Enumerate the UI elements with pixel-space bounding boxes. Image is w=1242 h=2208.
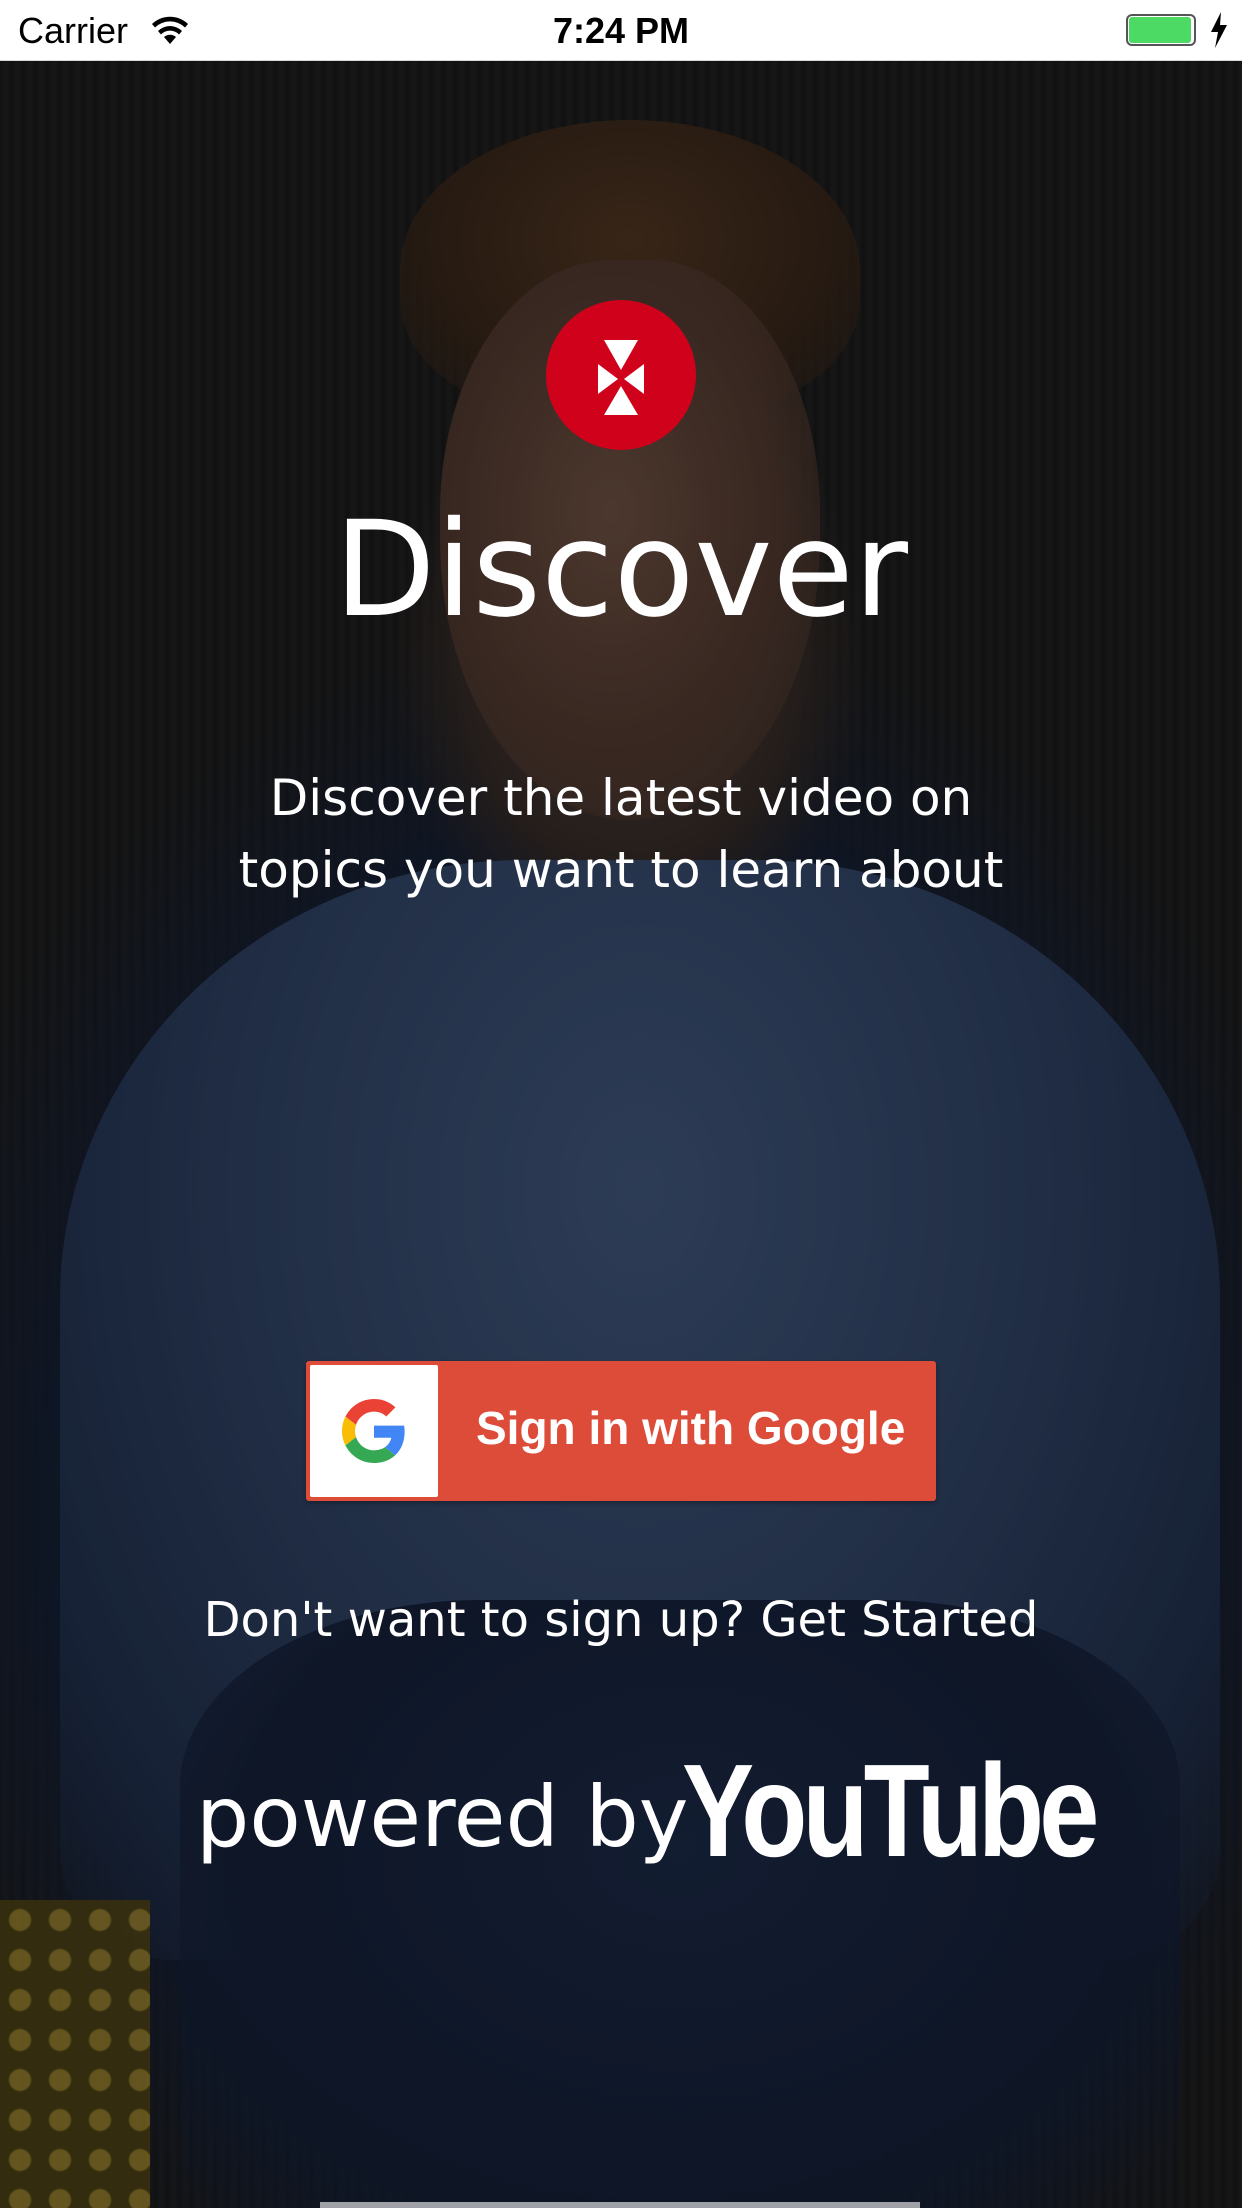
powered-by-label: powered by xyxy=(196,1768,689,1866)
google-icon-container xyxy=(310,1365,438,1497)
logo-pinwheel-icon xyxy=(598,340,644,415)
charging-bolt-icon xyxy=(1211,12,1227,48)
page-subtitle: Discover the latest video on topics you … xyxy=(171,762,1071,906)
subtitle-line-2: topics you want to learn about xyxy=(238,841,1004,899)
google-sign-in-button[interactable]: Sign in with Google xyxy=(306,1361,936,1501)
battery-level-fill xyxy=(1129,17,1191,43)
youtube-logo: YouTube xyxy=(682,1737,1099,1884)
status-bar: Carrier 7:24 PM xyxy=(0,0,1242,61)
page-title: Discover xyxy=(333,493,909,647)
clock-label: 7:24 PM xyxy=(552,10,690,51)
battery-icon xyxy=(1126,14,1198,46)
home-indicator xyxy=(320,2202,920,2208)
login-screen: Carrier 7:24 PM Discover Discover the la… xyxy=(0,0,1242,2208)
app-logo xyxy=(546,300,696,450)
get-started-link[interactable]: Don't want to sign up? Get Started xyxy=(0,1592,1242,1648)
google-sign-in-label: Sign in with Google xyxy=(476,1402,906,1454)
subtitle-line-1: Discover the latest video on xyxy=(269,769,973,827)
google-g-icon xyxy=(342,1399,405,1463)
